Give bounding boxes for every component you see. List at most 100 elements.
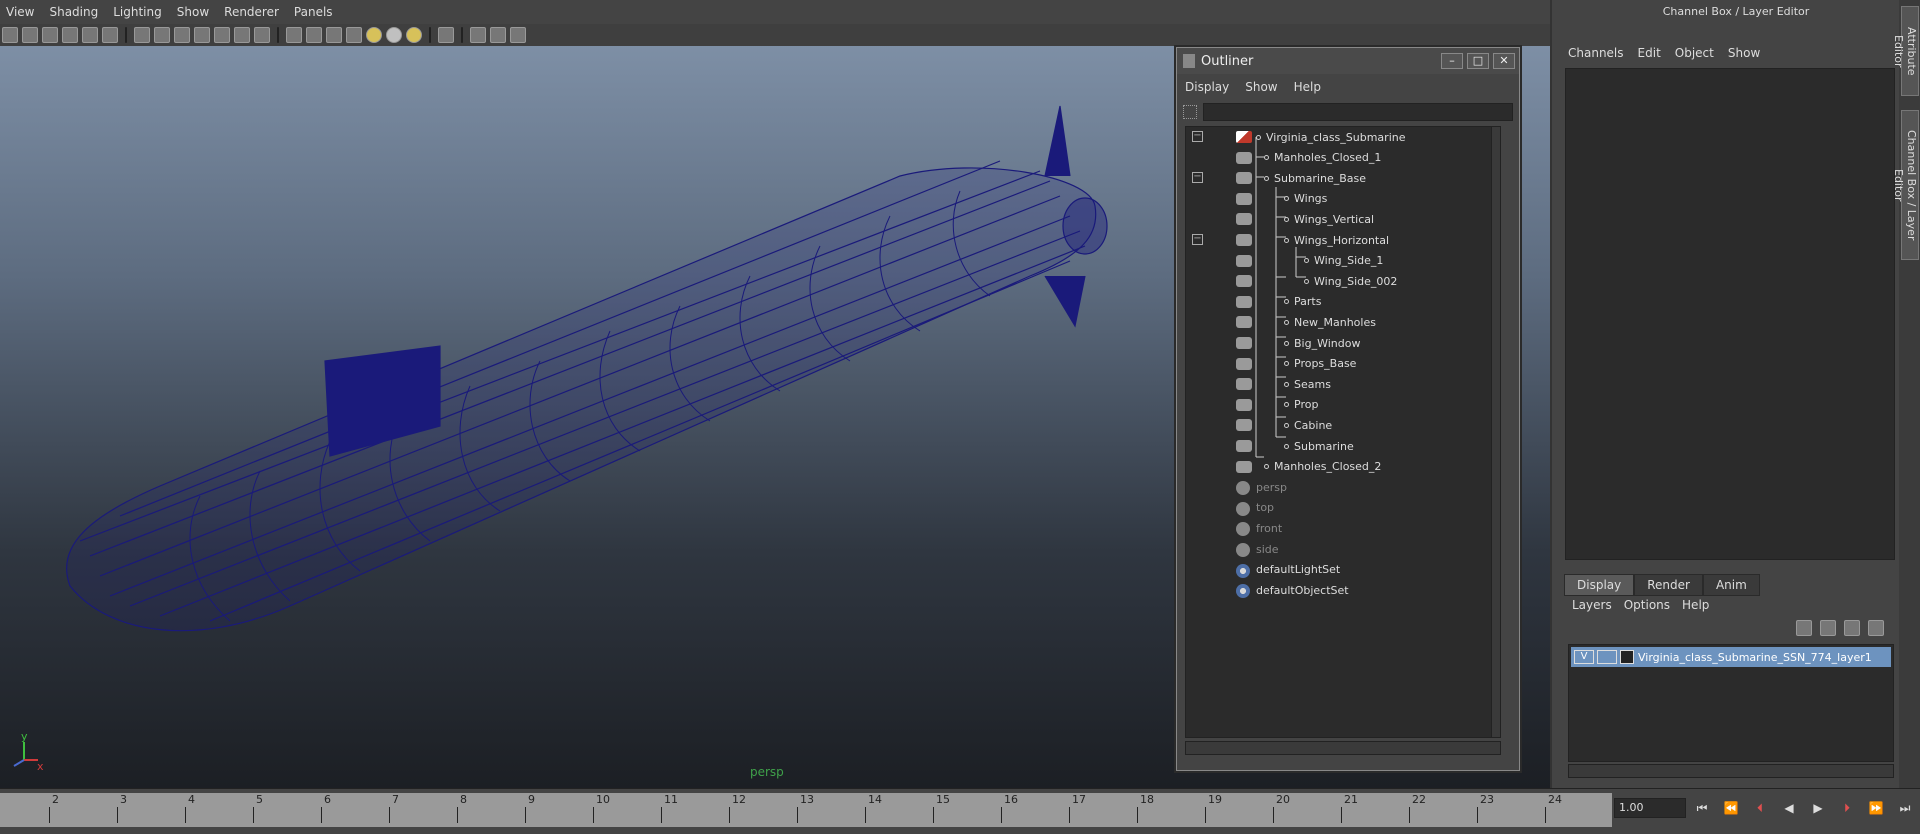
step-forward-frame-icon[interactable]: ⏩ [1866,799,1886,817]
outliner-menu-help[interactable]: Help [1294,80,1321,94]
layers-menu[interactable]: Layers [1572,598,1612,612]
menu-panels[interactable]: Panels [288,5,342,19]
play-backwards-icon[interactable]: ◀ [1779,799,1799,817]
move-layer-down-icon[interactable] [1820,620,1836,636]
grid-icon[interactable] [102,27,118,43]
current-frame-field[interactable]: 1.00 [1614,798,1686,818]
go-to-end-icon[interactable]: ⏭ [1895,799,1915,817]
outliner-horizontal-scrollbar[interactable] [1185,741,1501,755]
collapse-toggle-icon[interactable]: − [1192,234,1203,245]
new-empty-layer-icon[interactable] [1844,620,1860,636]
layer-visibility-toggle[interactable]: V [1574,650,1594,664]
outliner-item[interactable]: − Wings_Horizontal [1186,230,1486,250]
outliner-item[interactable]: New_Manholes [1186,312,1486,332]
channels-menu[interactable]: Channels [1568,46,1624,60]
menu-show[interactable]: Show [171,5,218,19]
outliner-window[interactable]: Outliner – □ ✕ Display Show Help − Virgin… [1176,47,1520,771]
tab-display[interactable]: Display [1564,574,1635,596]
outliner-item[interactable]: Wing_Side_1 [1186,251,1486,271]
maximize-icon[interactable]: □ [1467,53,1489,69]
tab-anim[interactable]: Anim [1702,574,1760,596]
collapse-toggle-icon[interactable]: − [1192,172,1203,184]
outliner-item[interactable]: persp [1186,477,1486,497]
outliner-vertical-scrollbar[interactable] [1491,127,1500,737]
outliner-menu-display[interactable]: Display [1185,80,1229,94]
safe-title-icon[interactable] [234,27,250,43]
close-icon[interactable]: ✕ [1493,53,1515,69]
layer-list[interactable]: V Virginia_class_Submarine_SSN_774_layer… [1568,644,1894,762]
outliner-item[interactable]: defaultLightSet [1186,560,1486,580]
share-icon[interactable] [510,27,526,43]
wireframe-on-shaded-icon[interactable] [326,27,342,43]
smooth-shade-icon[interactable] [306,27,322,43]
submarine-wireframe-model[interactable] [0,46,1180,646]
go-to-start-icon[interactable]: ⏮ [1692,799,1712,817]
shadows-icon[interactable] [386,27,402,43]
time-ruler[interactable]: 2 3 4 5 6 7 8 9 10 11 12 13 14 15 16 17 18 19 20 21 22 23 24 [0,793,1612,827]
resolution-gate-icon[interactable] [154,27,170,43]
edit-menu[interactable]: Edit [1638,46,1661,60]
outliner-item[interactable]: Wings [1186,189,1486,209]
use-all-lights-icon[interactable] [366,27,382,43]
outliner-item[interactable]: Parts [1186,292,1486,312]
isolate-select-icon[interactable] [438,27,454,43]
outliner-menu-show[interactable]: Show [1245,80,1277,94]
outliner-item[interactable]: front [1186,518,1486,538]
minimize-icon[interactable]: – [1441,53,1463,69]
outliner-item[interactable]: top [1186,498,1486,518]
film-gate-icon[interactable] [134,27,150,43]
outliner-item[interactable]: Wing_Side_002 [1186,271,1486,291]
new-layer-from-selection-icon[interactable] [1868,620,1884,636]
outliner-item[interactable]: − Virginia_class_Submarine [1186,127,1486,147]
outliner-search-input[interactable] [1203,103,1513,121]
play-forwards-icon[interactable]: ▶ [1808,799,1828,817]
help-menu[interactable]: Help [1682,598,1709,612]
outliner-item[interactable]: side [1186,539,1486,559]
outliner-item[interactable]: Manholes_Closed_1 [1186,148,1486,168]
outliner-item[interactable]: Cabine [1186,415,1486,435]
outliner-tree[interactable]: − Virginia_class_Submarine Manholes_Closed… [1185,126,1501,738]
outliner-item[interactable]: Submarine [1186,436,1486,456]
collapse-toggle-icon[interactable]: − [1192,131,1203,142]
step-back-key-icon[interactable]: ⏴ [1750,799,1770,817]
xray-icon[interactable] [470,27,486,43]
menu-shading[interactable]: Shading [43,5,107,19]
object-menu[interactable]: Object [1675,46,1714,60]
select-camera-icon[interactable] [2,27,18,43]
grease-pencil-icon[interactable] [82,27,98,43]
bookmark-icon[interactable] [42,27,58,43]
move-layer-up-icon[interactable] [1796,620,1812,636]
outliner-item[interactable]: Seams [1186,374,1486,394]
filter-icon[interactable] [1183,105,1197,119]
text-icon[interactable] [254,27,270,43]
outliner-item[interactable]: Big_Window [1186,333,1486,353]
image-plane-icon[interactable] [62,27,78,43]
outliner-item[interactable]: Wings_Vertical [1186,209,1486,229]
layer-display-type-toggle[interactable] [1597,650,1617,664]
outliner-item[interactable]: Manholes_Closed_2 [1186,457,1486,477]
menu-view[interactable]: View [0,5,43,19]
outliner-item[interactable]: Prop [1186,395,1486,415]
time-slider[interactable]: 2 3 4 5 6 7 8 9 10 11 12 13 14 15 16 17 18 19 20 21 22 23 24 1… [0,788,1920,834]
xray-joints-icon[interactable] [490,27,506,43]
step-back-frame-icon[interactable]: ⏪ [1721,799,1741,817]
tab-attribute-editor[interactable]: Attribute Editor [1892,6,1919,96]
textured-icon[interactable] [346,27,362,43]
field-chart-icon[interactable] [194,27,210,43]
tab-channel-box-layer-editor[interactable]: Channel Box / Layer Editor [1892,110,1919,260]
outliner-item[interactable]: Props_Base [1186,354,1486,374]
safe-action-icon[interactable] [214,27,230,43]
outliner-item[interactable]: defaultObjectSet [1186,580,1486,600]
outliner-item[interactable]: − Submarine_Base [1186,168,1486,188]
channel-list[interactable] [1565,68,1895,560]
high-quality-lighting-icon[interactable] [406,27,422,43]
layer-row[interactable]: V Virginia_class_Submarine_SSN_774_layer… [1571,647,1891,667]
wireframe-icon[interactable] [286,27,302,43]
tab-render[interactable]: Render [1634,574,1703,596]
show-menu[interactable]: Show [1728,46,1760,60]
layer-color-swatch[interactable] [1620,650,1634,664]
camera-attributes-icon[interactable] [22,27,38,43]
menu-renderer[interactable]: Renderer [218,5,288,19]
menu-lighting[interactable]: Lighting [107,5,171,19]
layer-horizontal-scrollbar[interactable] [1568,764,1894,778]
